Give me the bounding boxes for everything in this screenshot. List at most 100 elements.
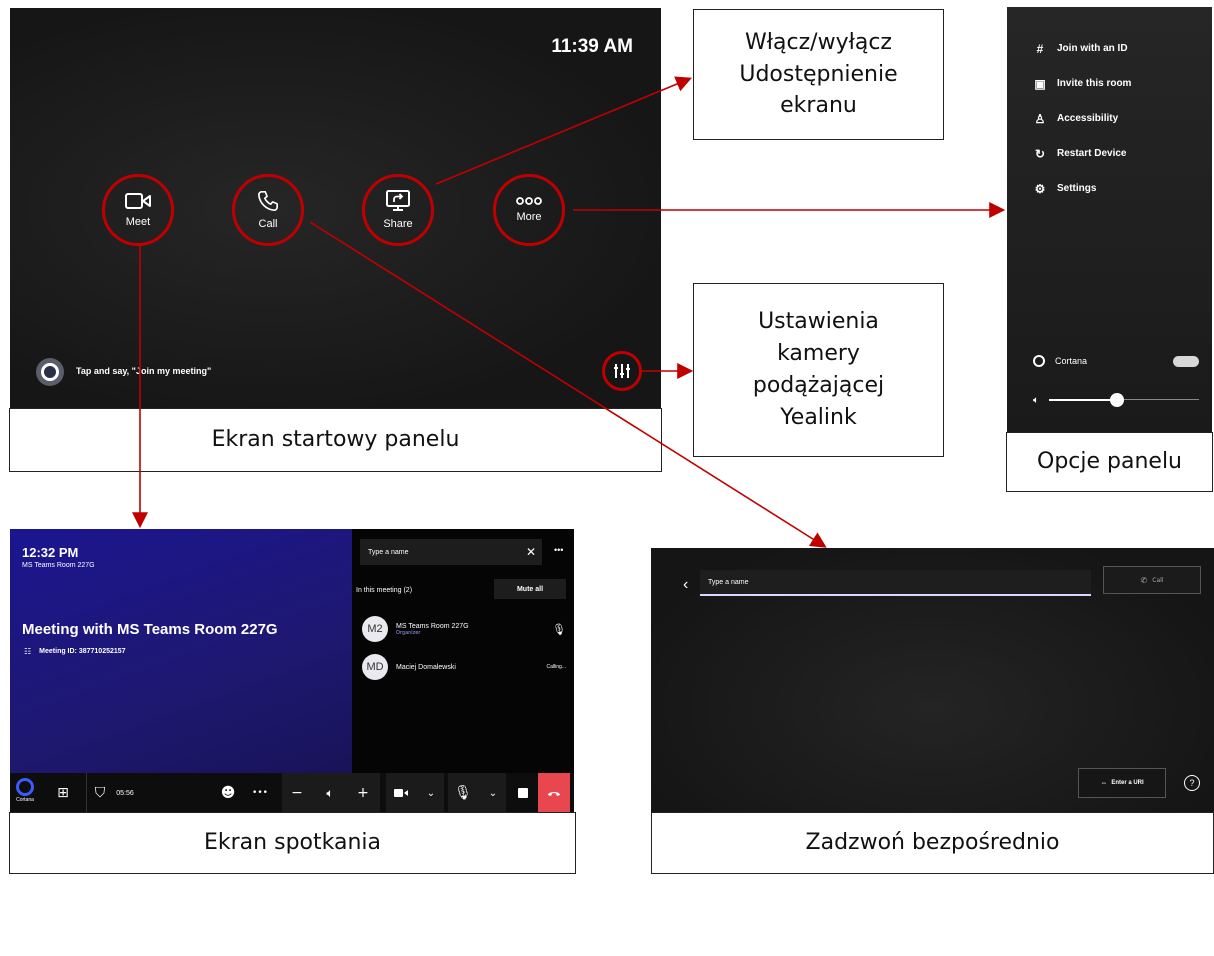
call-screen: ‹ Type a name ✆ Call ⇔ Enter a URI ? bbox=[651, 548, 1214, 813]
cortana-label: Cortana bbox=[1055, 356, 1088, 366]
meet-label: Meet bbox=[125, 216, 151, 228]
participant-list: M2 MS Teams Room 227G Organizer 🎙︎ MD Ma… bbox=[362, 610, 566, 686]
call-caption: Zadzwoń bezpośrednio bbox=[651, 812, 1214, 874]
hash-icon: # bbox=[1036, 41, 1044, 56]
camera-callout: Ustawienia kamery podążającej Yealink bbox=[693, 283, 944, 457]
options-caption: Opcje panelu bbox=[1006, 432, 1213, 492]
menu-label: Join with an ID bbox=[1057, 43, 1128, 54]
call-label: Call bbox=[258, 218, 278, 230]
menu-label: Invite this room bbox=[1057, 78, 1132, 89]
share-tray-icon[interactable] bbox=[510, 773, 536, 813]
cortana-row: Cortana bbox=[1033, 355, 1199, 367]
add-people-icon[interactable]: ☻ bbox=[214, 773, 242, 813]
camera-settings-button[interactable] bbox=[602, 351, 642, 391]
layout-grid-icon[interactable]: ⊞ bbox=[50, 773, 76, 813]
close-icon[interactable]: ✕ bbox=[526, 545, 536, 559]
call-button[interactable]: ✆ Call bbox=[1103, 566, 1201, 594]
home-clock: 11:39 AM bbox=[551, 36, 633, 57]
share-button[interactable]: Share bbox=[362, 174, 434, 246]
menu-invite-room[interactable]: ▣ Invite this room bbox=[1033, 66, 1203, 101]
microphone-toggle[interactable]: 🎙︎ bbox=[448, 773, 478, 813]
options-screen: # Join with an ID ▣ Invite this room ♙ A… bbox=[1007, 7, 1212, 433]
participants-panel: Type a name ✕ ••• In this meeting (2) Mu… bbox=[352, 529, 574, 773]
menu-join-with-id[interactable]: # Join with an ID bbox=[1033, 31, 1203, 66]
accessibility-icon: ♙ bbox=[1034, 111, 1046, 126]
camera-group: ⌄ bbox=[386, 773, 444, 813]
help-icon[interactable]: ? bbox=[1184, 775, 1200, 791]
participant-role: Organizer bbox=[396, 629, 421, 636]
more-options-icon[interactable]: ••• bbox=[248, 773, 272, 813]
menu-settings[interactable]: ⚙ Settings bbox=[1033, 171, 1203, 206]
meeting-duration: 05:56 bbox=[116, 789, 134, 797]
meet-button[interactable]: Meet bbox=[102, 174, 174, 246]
options-menu: # Join with an ID ▣ Invite this room ♙ A… bbox=[1033, 31, 1203, 206]
section-label: In this meeting (2) bbox=[356, 587, 413, 594]
screen-share-icon bbox=[386, 190, 410, 211]
share-callout: Włącz/wyłącz Udostępnienie ekranu bbox=[693, 9, 944, 140]
menu-label: Settings bbox=[1057, 183, 1097, 194]
meeting-room: MS Teams Room 227G bbox=[22, 562, 95, 569]
mute-all-button[interactable]: Mute all bbox=[494, 579, 566, 599]
chevron-down-icon[interactable]: ⌄ bbox=[480, 773, 506, 813]
name-placeholder: Type a name bbox=[708, 578, 749, 586]
name-input[interactable]: Type a name bbox=[700, 570, 1091, 596]
cortana-button[interactable]: Cortana bbox=[14, 778, 36, 803]
speaker-icon: 🔈︎ bbox=[326, 785, 334, 800]
microphone-icon: 🎙︎ bbox=[552, 623, 566, 636]
volume-row: 🔈︎ bbox=[1033, 393, 1199, 407]
meeting-screen: 12:32 PM MS Teams Room 227G Meeting with… bbox=[10, 529, 574, 813]
hang-up-button[interactable] bbox=[538, 773, 570, 813]
section-header: In this meeting (2) bbox=[356, 587, 412, 594]
volume-slider[interactable] bbox=[1049, 393, 1199, 407]
volume-fill bbox=[1049, 399, 1117, 401]
participant-name: MS Teams Room 227G bbox=[396, 622, 469, 630]
invite-icon: ▣ bbox=[1034, 76, 1046, 91]
mic-group: 🎙︎ ⌄ bbox=[448, 773, 506, 813]
shield-icon[interactable]: ⛉ bbox=[86, 773, 113, 813]
meeting-clock: 12:32 PM bbox=[22, 545, 79, 560]
meeting-caption: Ekran spotkania bbox=[9, 812, 576, 874]
more-button[interactable]: More bbox=[493, 174, 565, 246]
cortana-icon bbox=[16, 778, 34, 796]
home-screen: 11:39 AM Meet Call Share More Tap and sa… bbox=[10, 8, 661, 409]
volume-group: − 🔈︎ + bbox=[282, 773, 380, 813]
id-icon: ☷ bbox=[24, 647, 32, 656]
cortana-toggle[interactable] bbox=[1173, 355, 1199, 367]
enter-uri-label: Enter a URI bbox=[1111, 780, 1144, 786]
meeting-control-bar: Cortana ⊞ ⛉ 05:56 ☻ ••• − 🔈︎ + ⌄ 🎙︎ ⌄ bbox=[10, 773, 574, 813]
chevron-down-icon[interactable]: ⌄ bbox=[418, 773, 444, 813]
cortana-label: Cortana bbox=[16, 797, 34, 803]
menu-accessibility[interactable]: ♙ Accessibility bbox=[1033, 101, 1203, 136]
enter-uri-button[interactable]: ⇔ Enter a URI bbox=[1078, 768, 1166, 798]
participant-name: Maciej Domalewski bbox=[396, 663, 456, 671]
participant-status: Calling... bbox=[546, 664, 566, 670]
meeting-id: Meeting ID: 387710252157 bbox=[39, 648, 126, 655]
back-icon[interactable]: ‹ bbox=[683, 576, 688, 594]
meeting-id-row: ☷ Meeting ID: 387710252157 bbox=[24, 647, 126, 656]
participant-row[interactable]: M2 MS Teams Room 227G Organizer 🎙︎ bbox=[362, 610, 566, 648]
call-label: Call bbox=[1152, 576, 1164, 584]
cortana-hint: Tap and say, "Join my meeting" bbox=[76, 366, 212, 376]
volume-thumb[interactable] bbox=[1109, 393, 1124, 407]
meeting-title: Meeting with MS Teams Room 227G bbox=[22, 621, 278, 638]
gear-icon: ⚙ bbox=[1034, 181, 1046, 196]
volume-down-button[interactable]: − bbox=[282, 773, 312, 813]
more-label: More bbox=[516, 211, 542, 223]
meeting-stage: 12:32 PM MS Teams Room 227G Meeting with… bbox=[10, 529, 352, 813]
cortana-icon bbox=[41, 363, 59, 381]
home-caption: Ekran startowy panelu bbox=[9, 408, 662, 472]
speaker-icon: 🔈︎ bbox=[1033, 394, 1039, 406]
menu-restart-device[interactable]: ↻ Restart Device bbox=[1033, 136, 1203, 171]
phone-icon bbox=[258, 191, 278, 211]
search-placeholder: Type a name bbox=[368, 548, 409, 556]
volume-up-button[interactable]: + bbox=[348, 773, 378, 813]
call-button[interactable]: Call bbox=[232, 174, 304, 246]
camera-toggle[interactable] bbox=[386, 773, 416, 813]
menu-label: Restart Device bbox=[1057, 148, 1127, 159]
panel-more-icon[interactable]: ••• bbox=[554, 545, 563, 555]
cortana-button[interactable] bbox=[36, 358, 64, 386]
participant-row[interactable]: MD Maciej Domalewski Calling... bbox=[362, 648, 566, 686]
participant-search[interactable]: Type a name ✕ bbox=[360, 539, 542, 565]
menu-label: Accessibility bbox=[1057, 113, 1119, 124]
hang-up-icon bbox=[548, 792, 560, 796]
